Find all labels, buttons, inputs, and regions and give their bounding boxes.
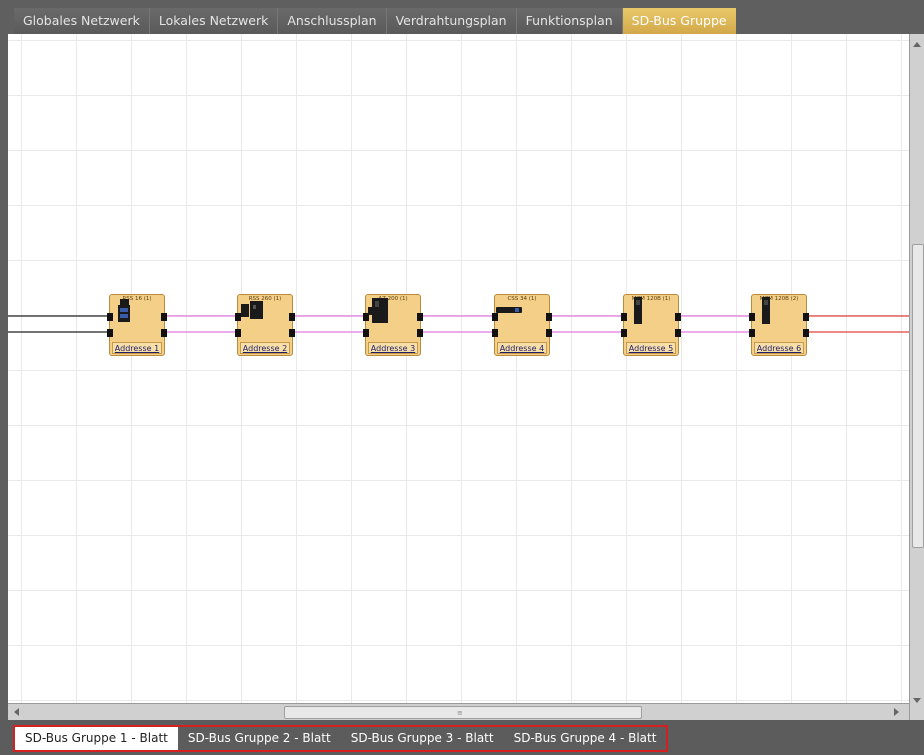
tab-funktionsplan[interactable]: Funktionsplan <box>516 8 623 34</box>
sheet-tab-group: SD-Bus Gruppe 1 - Blatt SD-Bus Gruppe 2 … <box>13 725 669 752</box>
sheet-tab-gruppe-1[interactable]: SD-Bus Gruppe 1 - Blatt <box>15 727 178 750</box>
scroll-right-arrow-icon[interactable] <box>894 708 899 716</box>
grip-icon: ≡ <box>457 709 463 717</box>
port-out-bottom <box>289 329 295 337</box>
port-in-bottom <box>235 329 241 337</box>
sd-module-1[interactable]: RSS 16 (1) Addresse 1 <box>107 294 167 356</box>
port-in-bottom <box>492 329 498 337</box>
sd-module-5[interactable]: MZM 120B (1) Addresse 5 <box>621 294 681 356</box>
tab-anschlussplan[interactable]: Anschlussplan <box>278 8 387 34</box>
module-address: Addresse 5 <box>626 342 676 354</box>
horizontal-scroll-thumb[interactable]: ≡ <box>284 706 642 719</box>
module-address: Addresse 1 <box>112 342 162 354</box>
sheet-tab-bar: SD-Bus Gruppe 1 - Blatt SD-Bus Gruppe 2 … <box>0 720 924 755</box>
view-tab-bar: Globales Netzwerk Lokales Netzwerk Ansch… <box>0 0 924 34</box>
diagram-canvas[interactable]: RSS 16 (1) Addresse 1 RSS 260 (1) Addres… <box>8 34 909 703</box>
sheet-tab-gruppe-2[interactable]: SD-Bus Gruppe 2 - Blatt <box>178 727 341 750</box>
module-address: Addresse 6 <box>754 342 804 354</box>
port-in-bottom <box>749 329 755 337</box>
port-out-bottom <box>675 329 681 337</box>
port-out-bottom <box>161 329 167 337</box>
horizontal-scrollbar[interactable]: ≡ <box>8 703 909 720</box>
port-out-top <box>417 313 423 321</box>
tab-verdrahtungsplan[interactable]: Verdrahtungsplan <box>386 8 517 34</box>
sheet-tab-gruppe-4[interactable]: SD-Bus Gruppe 4 - Blatt <box>504 727 667 750</box>
port-out-bottom <box>803 329 809 337</box>
left-border <box>0 34 8 720</box>
port-in-bottom <box>363 329 369 337</box>
scroll-left-arrow-icon[interactable] <box>14 708 19 716</box>
port-out-top <box>546 313 552 321</box>
port-out-bottom <box>417 329 423 337</box>
sensor-icon <box>118 299 130 322</box>
scroll-down-arrow-icon[interactable] <box>913 698 921 703</box>
door-lock-icon <box>368 298 388 323</box>
module-address: Addresse 2 <box>240 342 290 354</box>
coded-sensor-icon <box>496 307 522 313</box>
port-in-bottom <box>107 329 113 337</box>
port-out-top <box>675 313 681 321</box>
bus-wiring <box>8 315 909 333</box>
tab-globales-netzwerk[interactable]: Globales Netzwerk <box>14 8 150 34</box>
port-out-top <box>161 313 167 321</box>
port-in-bottom <box>621 329 627 337</box>
scroll-up-arrow-icon[interactable] <box>913 42 921 47</box>
solenoid-lock-icon <box>762 297 770 324</box>
vertical-scroll-thumb[interactable] <box>912 244 924 548</box>
sd-module-2[interactable]: RSS 260 (1) Addresse 2 <box>235 294 295 356</box>
sd-module-4[interactable]: CSS 34 (1) Addresse 4 <box>492 294 552 356</box>
port-out-bottom <box>546 329 552 337</box>
sd-module-6[interactable]: MZM 120B (2) Addresse 6 <box>749 294 809 356</box>
safety-switch-icon <box>241 301 263 319</box>
vertical-scrollbar[interactable] <box>909 34 924 720</box>
solenoid-lock-icon <box>634 297 642 324</box>
tab-lokales-netzwerk[interactable]: Lokales Netzwerk <box>149 8 279 34</box>
module-address: Addresse 4 <box>497 342 547 354</box>
sd-module-3[interactable]: AZ 200 (1) Addresse 3 <box>363 294 423 356</box>
port-out-top <box>289 313 295 321</box>
sheet-tab-gruppe-3[interactable]: SD-Bus Gruppe 3 - Blatt <box>341 727 504 750</box>
module-address: Addresse 3 <box>368 342 418 354</box>
tab-sd-bus-gruppe[interactable]: SD-Bus Gruppe <box>622 8 736 34</box>
port-out-top <box>803 313 809 321</box>
